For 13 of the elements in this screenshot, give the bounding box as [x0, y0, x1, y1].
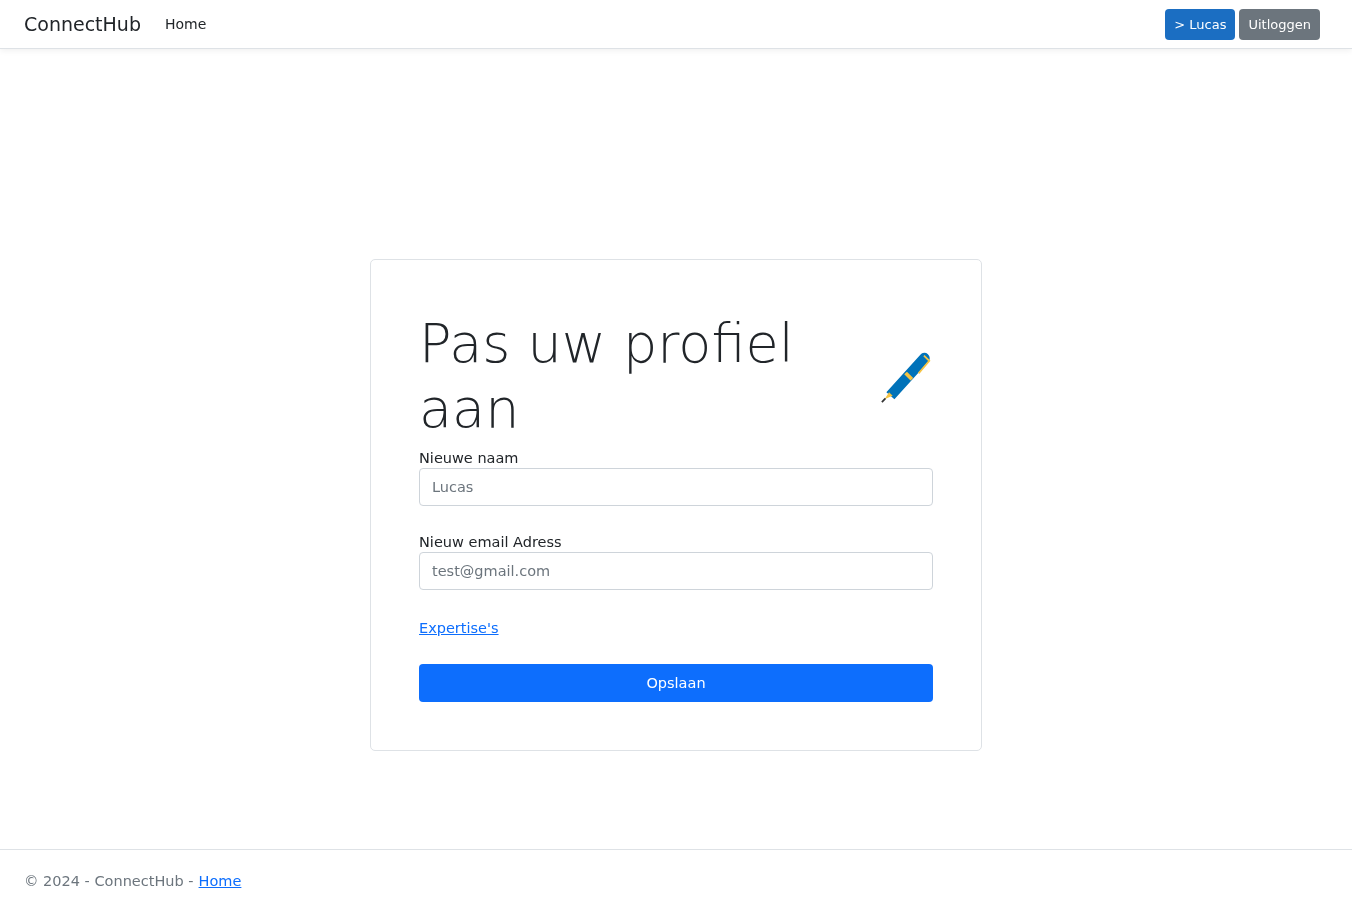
nav-link[interactable]: Home	[164, 16, 207, 32]
logout-button[interactable]: Uitloggen	[1239, 9, 1320, 40]
brand-link[interactable]: ConnectHub	[24, 13, 141, 35]
expertise-link[interactable]: Expertise's	[419, 619, 499, 636]
profile-button[interactable]: > Lucas	[1165, 9, 1236, 40]
email-field[interactable]: test@gmail.com	[419, 551, 933, 590]
copyright-text: © 2024 - ConnectHub -	[24, 872, 194, 889]
name-field[interactable]: Lucas	[419, 467, 933, 506]
page-title: Pas uw profiel aan	[419, 312, 795, 442]
save-button[interactable]: Opslaan	[419, 663, 933, 702]
field-label: Nieuwe naam	[419, 449, 520, 466]
field-label: Nieuw email Adress	[419, 533, 563, 550]
home-link[interactable]: Home	[198, 872, 242, 889]
